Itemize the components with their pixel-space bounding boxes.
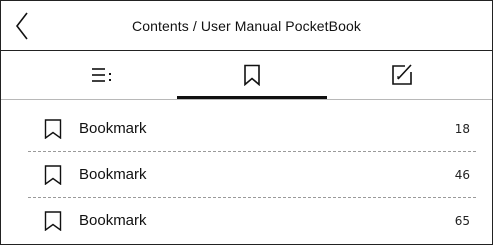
bookmark-page-number: 18 [454, 121, 470, 136]
chevron-left-icon [15, 12, 28, 40]
tab-contents[interactable] [27, 51, 177, 99]
list-icon [92, 68, 111, 82]
page-title: Contents / User Manual PocketBook [132, 17, 361, 34]
bookmark-page-number: 65 [454, 213, 470, 228]
tab-bar [1, 51, 492, 100]
bookmark-row[interactable]: Bookmark 46 [28, 152, 476, 198]
bookmarks-screen: Contents / User Manual PocketBook Bookma… [0, 0, 493, 245]
bookmark-icon [244, 64, 260, 86]
bookmark-icon [44, 211, 62, 231]
bookmark-label: Bookmark [79, 120, 147, 137]
active-tab-indicator [177, 96, 327, 99]
bookmark-label: Bookmark [79, 212, 147, 229]
edit-note-icon [392, 64, 412, 85]
bookmark-row[interactable]: Bookmark 18 [28, 106, 476, 152]
bookmark-label: Bookmark [79, 166, 147, 183]
tab-notes[interactable] [327, 51, 477, 99]
bookmark-list: Bookmark 18 Bookmark 46 Bookmark 65 [28, 106, 476, 243]
bookmark-row[interactable]: Bookmark 65 [28, 198, 476, 243]
back-button[interactable] [7, 7, 37, 45]
header-bar: Contents / User Manual PocketBook [1, 1, 492, 51]
bookmark-page-number: 46 [454, 167, 470, 182]
tab-bookmarks[interactable] [177, 51, 327, 99]
bookmark-icon [44, 119, 62, 139]
bookmark-icon [44, 165, 62, 185]
